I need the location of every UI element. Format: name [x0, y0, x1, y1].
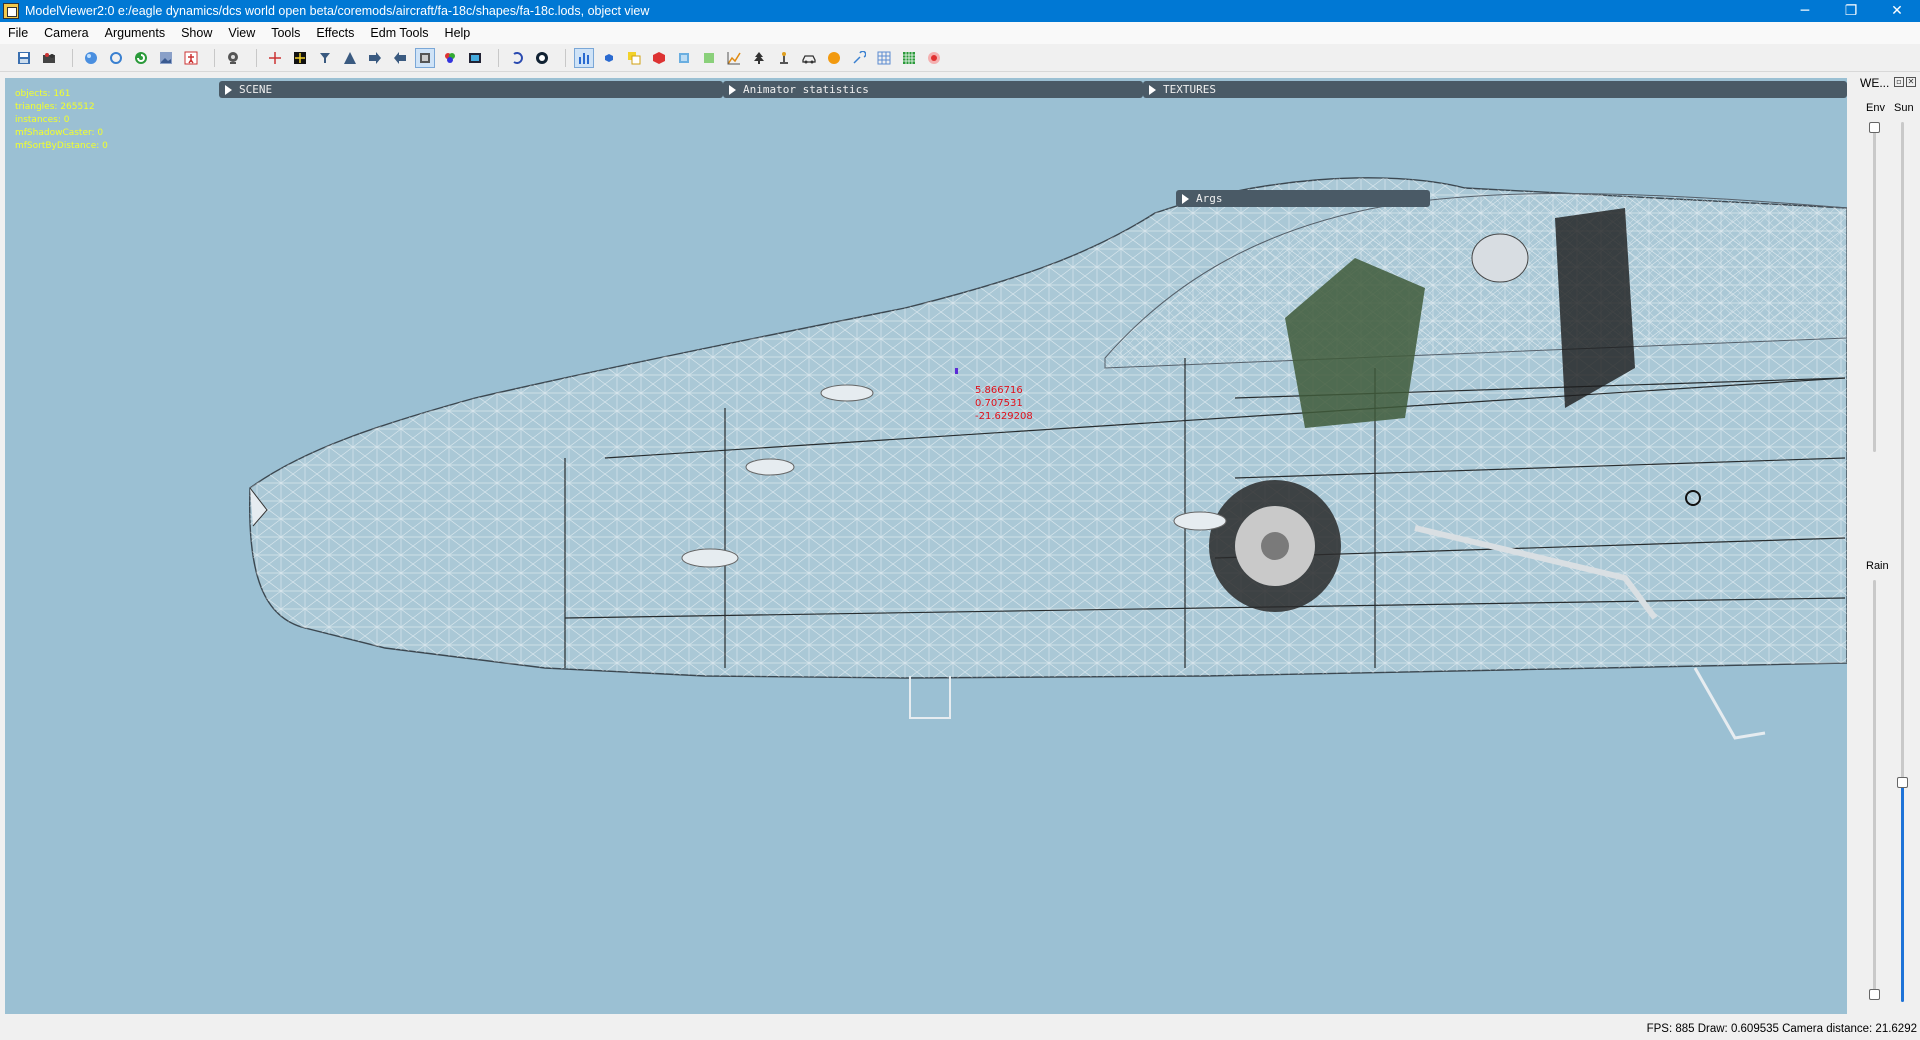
stat-triangles: triangles: 265512	[15, 102, 95, 112]
film-icon[interactable]	[465, 48, 485, 68]
undo-icon[interactable]	[507, 48, 527, 68]
blue-cube-icon[interactable]	[599, 48, 619, 68]
menu-edm-tools[interactable]: Edm Tools	[362, 22, 436, 44]
green-cube-icon[interactable]	[699, 48, 719, 68]
coord-y: 0.707531	[975, 398, 1023, 409]
bar-chart-icon[interactable]	[574, 47, 594, 68]
toolbar-separator	[256, 48, 257, 67]
coord-z: -21.629208	[975, 411, 1033, 422]
open-icon[interactable]	[39, 48, 59, 68]
scene-panel-header[interactable]: SCENE	[219, 81, 723, 98]
window-title: ModelViewer2:0 e:/eagle dynamics/dcs wor…	[25, 4, 650, 18]
arrow-right-icon[interactable]	[365, 48, 385, 68]
person-icon[interactable]	[181, 48, 201, 68]
stat-objects: objects: 161	[15, 89, 71, 99]
maximize-button[interactable]: ❐	[1828, 0, 1874, 22]
minimize-button[interactable]: ─	[1782, 0, 1828, 22]
toolbar-separator	[565, 48, 566, 67]
color-cubes-icon[interactable]	[440, 48, 460, 68]
scene-panel-label: SCENE	[239, 83, 273, 96]
menu-tools[interactable]: Tools	[263, 22, 308, 44]
sphere-icon[interactable]	[81, 48, 101, 68]
expand-triangle-icon	[1182, 193, 1189, 204]
table-icon[interactable]	[874, 48, 894, 68]
sun-slider-fill	[1901, 782, 1904, 1002]
aircraft-model-render	[248, 177, 1847, 740]
grid-icon[interactable]	[290, 48, 310, 68]
reload-icon[interactable]	[131, 48, 151, 68]
tool-icon[interactable]	[849, 48, 869, 68]
env-label: Env	[1866, 102, 1885, 114]
status-bar: FPS: 885 Draw: 0.609535 Camera distance:…	[0, 1018, 1920, 1040]
scene-stats: objects: 161 triangles: 265512 instances…	[15, 88, 108, 153]
animator-panel-label: Animator statistics	[743, 83, 869, 96]
menu-view[interactable]: View	[220, 22, 263, 44]
dock-float-button[interactable]: ▫	[1894, 77, 1904, 87]
lamp-icon[interactable]	[315, 48, 335, 68]
save-icon[interactable]	[14, 48, 34, 68]
toolbar-separator	[72, 48, 73, 67]
chart-line-icon[interactable]	[724, 48, 744, 68]
toolbar-separator	[498, 48, 499, 67]
menu-help[interactable]: Help	[437, 22, 479, 44]
sun-slider-thumb[interactable]	[1897, 777, 1908, 788]
args-panel-label: Args	[1196, 192, 1223, 205]
weather-dock-panel: WE... ▫ ✕ Env Sun Rain	[1850, 72, 1920, 1014]
animator-statistics-panel-header[interactable]: Animator statistics	[723, 81, 1143, 98]
toolbar-separator	[214, 48, 215, 67]
env-slider-thumb[interactable]	[1869, 122, 1880, 133]
menu-bar: File Camera Arguments Show View Tools Ef…	[0, 22, 1920, 44]
menu-arguments[interactable]: Arguments	[97, 22, 173, 44]
expand-triangle-icon	[1149, 84, 1156, 95]
tree-icon[interactable]	[749, 48, 769, 68]
close-button[interactable]: ✕	[1874, 0, 1920, 22]
stat-sort-by-distance: mfSortByDistance: 0	[15, 141, 108, 151]
cursor-coordinates: 5.866716 0.707531 -21.629208	[975, 384, 1033, 423]
play-icon[interactable]	[532, 48, 552, 68]
args-panel-header[interactable]: Args	[1176, 190, 1430, 207]
stat-shadow-caster: mfShadowCaster: 0	[15, 128, 104, 138]
dock-title: WE...	[1860, 76, 1890, 90]
lamp-post-icon[interactable]	[774, 48, 794, 68]
red-box-icon[interactable]	[649, 48, 669, 68]
status-text: FPS: 885 Draw: 0.609535 Camera distance:…	[1646, 1023, 1917, 1035]
coord-x: 5.866716	[975, 385, 1023, 396]
refresh-icon[interactable]	[106, 48, 126, 68]
crosshair-icon[interactable]	[265, 48, 285, 68]
cube-blue-icon[interactable]	[674, 48, 694, 68]
triangle-icon[interactable]	[340, 48, 360, 68]
image-icon[interactable]	[156, 48, 176, 68]
circle-orange-icon[interactable]	[824, 48, 844, 68]
camera-icon[interactable]	[223, 48, 243, 68]
menu-effects[interactable]: Effects	[308, 22, 362, 44]
title-bar: ModelViewer2:0 e:/eagle dynamics/dcs wor…	[0, 0, 1920, 22]
stat-instances: instances: 0	[15, 115, 70, 125]
3d-viewport[interactable]: objects: 161 triangles: 265512 instances…	[5, 78, 1847, 1014]
menu-show[interactable]: Show	[173, 22, 220, 44]
arrow-left-icon[interactable]	[390, 48, 410, 68]
rain-label: Rain	[1866, 560, 1889, 572]
expand-triangle-icon	[225, 84, 232, 95]
car-icon[interactable]	[799, 48, 819, 68]
toolbar	[0, 44, 1920, 72]
rain-slider-track[interactable]	[1873, 580, 1876, 1000]
menu-file[interactable]: File	[0, 22, 36, 44]
frame-icon[interactable]	[415, 47, 435, 68]
env-slider-track[interactable]	[1873, 122, 1876, 452]
copy-icon[interactable]	[624, 48, 644, 68]
menu-camera[interactable]: Camera	[36, 22, 96, 44]
dock-close-button[interactable]: ✕	[1906, 77, 1916, 87]
app-icon	[3, 3, 19, 19]
rain-slider-thumb[interactable]	[1869, 989, 1880, 1000]
sun-label: Sun	[1894, 102, 1914, 114]
expand-triangle-icon	[729, 84, 736, 95]
dots-grid-icon[interactable]	[899, 48, 919, 68]
record-icon[interactable]	[924, 48, 944, 68]
pivot-marker	[955, 368, 958, 374]
textures-panel-label: TEXTURES	[1163, 83, 1216, 96]
textures-panel-header[interactable]: TEXTURES	[1143, 81, 1847, 98]
